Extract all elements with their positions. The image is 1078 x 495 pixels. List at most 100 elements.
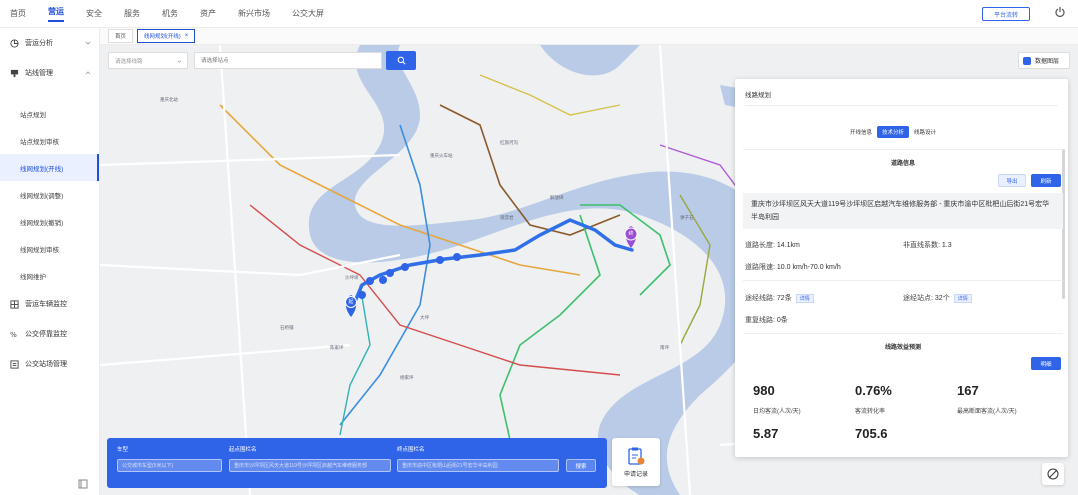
speed-limit: 道路限速: 10.0 km/h-70.0 km/h [745, 262, 841, 272]
stop-marker [386, 269, 394, 277]
nonlinear-label: 非直线系数: [903, 242, 940, 249]
sidebar-group-stop-monitor[interactable]: % 公交停靠监控 [0, 319, 99, 349]
stop-marker [453, 253, 461, 261]
close-icon[interactable]: × [185, 33, 189, 39]
divider [745, 105, 1058, 106]
sidebar-group-vehicle-monitor[interactable]: 营运车辆监控 [0, 289, 99, 319]
map-label: 观音岩 [500, 215, 514, 220]
via-stops-value: 32个 [934, 295, 950, 302]
segment-open-info[interactable]: 开线信息 [845, 126, 877, 138]
query-search-label: 搜索 [575, 463, 587, 470]
via-stops: 途经站点: 32个 详情 [903, 293, 972, 303]
sidebar-group-depot[interactable]: 公交站场管理 [0, 349, 99, 379]
line-select[interactable]: 请选择线路 [108, 52, 188, 69]
tech-analysis-content: 道路信息 导出 刷新 重庆市沙坪坝区风天大道119号沙坪坝区启越汽车维修服务部 … [743, 149, 1063, 449]
nav-bus-screen[interactable]: 公交大屏 [292, 8, 324, 19]
sidebar-item-line-cancel[interactable]: 线网规划(撤销) [0, 208, 99, 235]
sidebar-group-label: 站线管理 [25, 70, 53, 77]
end-fence-input[interactable]: 重庆市渝中区枇杷山后街21号宏华半岛利园 [397, 459, 559, 472]
chart-icon [10, 38, 19, 48]
overlap-label: 重复线路: [745, 317, 775, 324]
search-button[interactable] [386, 51, 416, 70]
svg-text:%: % [10, 330, 17, 339]
road-length-value: 14.1km [776, 242, 800, 249]
panel-segment-tabs: 开线信息 技术分析 线路设计 [845, 126, 941, 138]
sidebar-item-line-review[interactable]: 线网规划审核 [0, 235, 99, 262]
route-query-panel: 车型 起点围栏名 终点围栏名 公交城市车型(5米以下) 重庆市沙坪坝区风天大道1… [107, 438, 607, 488]
route-planning-panel: 线路规划 开线信息 技术分析 线路设计 道路信息 导出 刷新 重庆市沙坪坝区风天… [735, 79, 1068, 457]
map-label: 解放碑 [550, 195, 564, 200]
route-address: 重庆市沙坪坝区风天大道119号沙坪坝区启越汽车维修服务部 - 重庆市渝中区枇杷山… [743, 193, 1063, 229]
nav-maintenance[interactable]: 机务 [162, 8, 178, 19]
clipboard-icon [628, 447, 645, 465]
via-lines-detail-button[interactable]: 详情 [795, 293, 814, 303]
station-search-input[interactable] [194, 52, 382, 69]
apply-record-button[interactable]: 申请记录 [612, 438, 660, 486]
sidebar-group-station-line[interactable]: 站线管理 [0, 58, 99, 88]
nav-home[interactable]: 首页 [10, 8, 26, 19]
destination-marker-label: 终 [628, 231, 634, 237]
sidebar-group-operation-analysis[interactable]: 营运分析 [0, 28, 99, 58]
sidebar-item-line-adjust[interactable]: 线网规划(调整) [0, 181, 99, 208]
conversion-rate-value: 0.76% [855, 383, 892, 398]
tab-line-open[interactable]: 线网规划(开线) × [137, 29, 196, 43]
compass-button[interactable] [1042, 463, 1064, 485]
platform-flow-button[interactable]: 平台流转 [982, 7, 1030, 21]
sidebar-group-label: 营运车辆监控 [25, 301, 67, 308]
map-label: 弹子石 [680, 215, 694, 220]
data-layer-button[interactable]: 数据图层 [1018, 52, 1070, 69]
sidebar: 营运分析 站线管理 站点规划 站点规划审核 线网规划(开线) 线网规划(调整) … [0, 28, 100, 495]
nav-assets[interactable]: 资产 [200, 8, 216, 19]
forecast-detail-label: 明细 [1040, 361, 1052, 368]
sidebar-item-station-review[interactable]: 站点规划审核 [0, 127, 99, 154]
map-label: 大坪 [420, 315, 429, 320]
metric-5-value: 705.6 [855, 426, 888, 441]
map-label: 重庆火车站 [430, 153, 453, 158]
segment-tech-analysis[interactable]: 技术分析 [877, 126, 910, 138]
panel-title: 线路规划 [745, 92, 771, 99]
overlap-value: 0条 [776, 317, 788, 324]
tab-home[interactable]: 首页 [108, 29, 134, 43]
vehicle-type-select[interactable]: 公交城市车型(5米以下) [117, 459, 222, 472]
nav-operation[interactable]: 营运 [48, 6, 64, 22]
nav-service[interactable]: 服务 [124, 8, 140, 19]
map-label: 石桥铺 [280, 325, 294, 330]
map-label: 南坪 [660, 345, 669, 350]
map-label: 陈家坪 [330, 345, 344, 350]
stop-marker [379, 276, 387, 284]
via-stops-detail-button[interactable]: 详情 [953, 293, 972, 303]
nav-new-market[interactable]: 新兴市场 [238, 8, 270, 19]
map-label: 杨家坪 [400, 375, 414, 380]
road-length-label: 道路长度: [745, 242, 775, 249]
platform-flow-label: 平台流转 [993, 12, 1018, 19]
via-lines: 途经线路: 72条 详情 [745, 293, 814, 303]
depot-icon [10, 359, 19, 369]
export-label: 导出 [1006, 178, 1018, 185]
peak-section-value: 167 [957, 383, 979, 398]
start-fence-input[interactable]: 重庆市沙坪坝区风天大道119号沙坪坝区启越汽车维修服务部 [229, 459, 391, 472]
sidebar-item-station-planning[interactable]: 站点规划 [0, 100, 99, 127]
export-button[interactable]: 导出 [998, 174, 1026, 187]
bus-monitor-icon [10, 299, 19, 309]
tab-bar: 首页 线网规划(开线) × [100, 28, 1078, 45]
line-select-placeholder: 请选择线路 [115, 58, 143, 65]
speed-value: 10.0 km/h-70.0 km/h [776, 264, 841, 271]
query-search-button[interactable]: 搜索 [566, 459, 596, 472]
stop-marker [366, 277, 374, 285]
sidebar-item-line-maintain[interactable]: 线网维护 [0, 262, 99, 289]
nonlinear-coef: 非直线系数: 1.3 [903, 240, 952, 250]
river-shape [308, 45, 781, 495]
via-stops-label: 途经站点: [903, 295, 933, 302]
sidebar-collapse-icon[interactable] [78, 479, 88, 489]
station-icon [10, 69, 19, 77]
segment-line-design[interactable]: 线路设计 [909, 126, 941, 138]
end-fence-label: 终点围栏名 [397, 447, 425, 453]
sidebar-item-line-open[interactable]: 线网规划(开线) [0, 154, 99, 181]
map-label: 重庆北站 [160, 97, 178, 102]
road-length: 道路长度: 14.1km [745, 240, 800, 250]
refresh-button[interactable]: 刷新 [1031, 174, 1061, 187]
nav-safety[interactable]: 安全 [86, 8, 102, 19]
forecast-detail-button[interactable]: 明细 [1031, 357, 1061, 370]
power-icon[interactable] [1054, 6, 1066, 18]
data-layer-label: 数据图层 [1035, 59, 1060, 65]
